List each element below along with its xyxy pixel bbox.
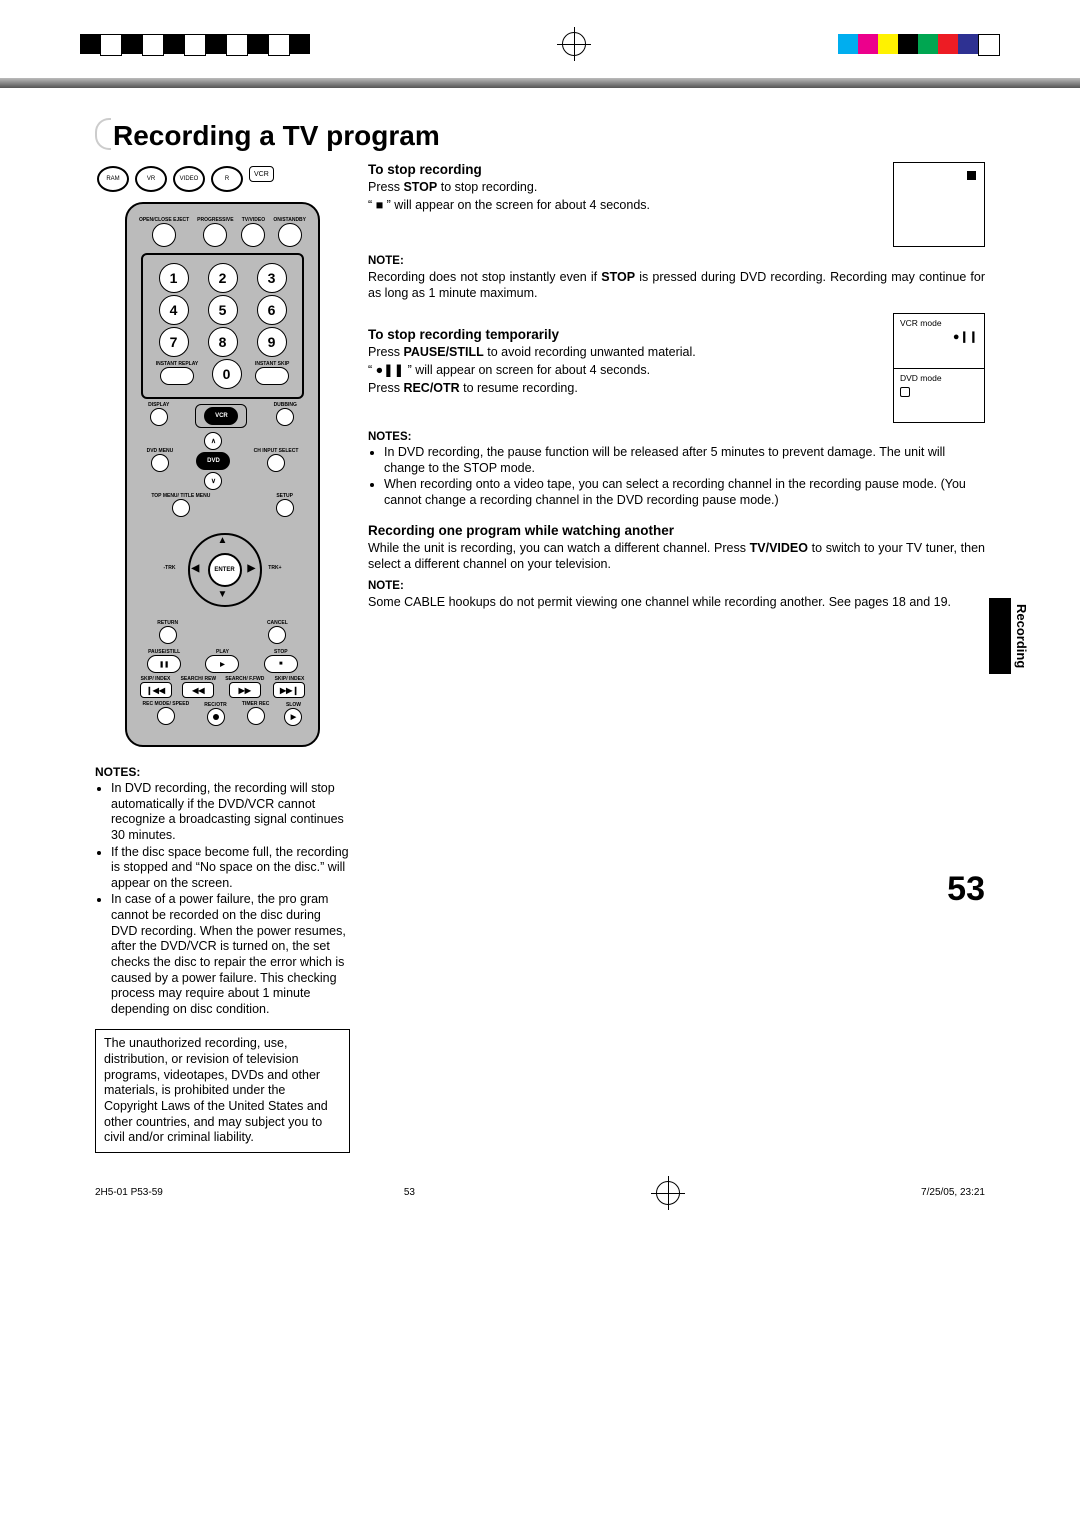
print-footer: 2H5-01 P53-59 53 7/25/05, 23:21 bbox=[0, 1173, 1080, 1225]
ram-icon: RAM bbox=[97, 166, 129, 192]
list-item: In DVD recording, the pause function wil… bbox=[384, 445, 985, 476]
pause-icon: ●❙❙ bbox=[953, 330, 978, 343]
section-heading-stop: To stop recording bbox=[368, 162, 883, 177]
note-label: NOTE: bbox=[368, 255, 985, 267]
footer-left: 2H5-01 P53-59 bbox=[95, 1187, 163, 1198]
r-icon: R bbox=[211, 166, 243, 192]
body-text: Press REC/OTR to resume recording. bbox=[368, 380, 883, 396]
bw-bar-group bbox=[80, 34, 310, 54]
body-text: “ ●❚❚ ” will appear on screen for about … bbox=[368, 362, 883, 378]
remote-control-illustration: OPEN/CLOSE EJECT PROGRESSIVE TV/VIDEO ON… bbox=[125, 202, 320, 747]
video-icon: VIDEO bbox=[173, 166, 205, 192]
body-text: Some CABLE hookups do not permit viewing… bbox=[368, 594, 985, 610]
copyright-warning-box: The unauthorized recording, use, distrib… bbox=[95, 1029, 350, 1152]
page-number: 53 bbox=[368, 870, 985, 909]
body-text: Press PAUSE/STILL to avoid recording unw… bbox=[368, 344, 883, 360]
screen-illustration-pause: VCR mode●❙❙ DVD mode bbox=[893, 313, 985, 423]
rec-icon bbox=[900, 387, 910, 397]
section-heading-watch-another: Recording one program while watching ano… bbox=[368, 523, 985, 538]
footer-center: 53 bbox=[404, 1187, 415, 1198]
number-pad: 123 456 789 INSTANT REPLAY 0 INSTANT SKI… bbox=[141, 253, 304, 399]
body-text: “ ■ ” will appear on the screen for abou… bbox=[368, 197, 883, 213]
body-text: While the unit is recording, you can wat… bbox=[368, 540, 985, 572]
print-color-bars bbox=[80, 30, 1000, 58]
footer-right: 7/25/05, 23:21 bbox=[921, 1187, 985, 1198]
body-text: Recording does not stop instantly even i… bbox=[368, 269, 985, 301]
note-label: NOTE: bbox=[368, 580, 985, 592]
section-tab-recording: Recording bbox=[989, 598, 1032, 674]
list-item: When recording onto a video tape, you ca… bbox=[384, 477, 985, 508]
section-heading-pause: To stop recording temporarily bbox=[368, 327, 883, 342]
section2-notes-list: In DVD recording, the pause function wil… bbox=[368, 445, 985, 509]
body-text: Press STOP to stop recording. bbox=[368, 179, 883, 195]
list-item: In case of a power failure, the pro gram… bbox=[111, 892, 350, 1017]
gradient-strip bbox=[0, 78, 1080, 88]
disc-format-icons: RAM VR VIDEO R VCR bbox=[97, 166, 350, 192]
list-item: In DVD recording, the recording will sto… bbox=[111, 781, 350, 844]
registration-mark-top bbox=[562, 32, 586, 56]
page-title: Recording a TV program bbox=[95, 118, 985, 152]
vcr-icon: VCR bbox=[249, 166, 274, 182]
left-notes-list: In DVD recording, the recording will sto… bbox=[95, 781, 350, 1017]
screen-illustration-stop bbox=[893, 162, 985, 247]
stop-icon bbox=[967, 171, 976, 180]
direction-pad: ▲▼ ◀▶ ENTER -TRK TRK+ bbox=[168, 525, 278, 615]
vr-icon: VR bbox=[135, 166, 167, 192]
notes-label: NOTES: bbox=[368, 431, 985, 443]
left-notes-heading: NOTES: bbox=[95, 765, 350, 779]
list-item: If the disc space become full, the recor… bbox=[111, 845, 350, 892]
registration-mark-bottom bbox=[656, 1181, 680, 1205]
color-bar-group bbox=[838, 34, 1000, 54]
